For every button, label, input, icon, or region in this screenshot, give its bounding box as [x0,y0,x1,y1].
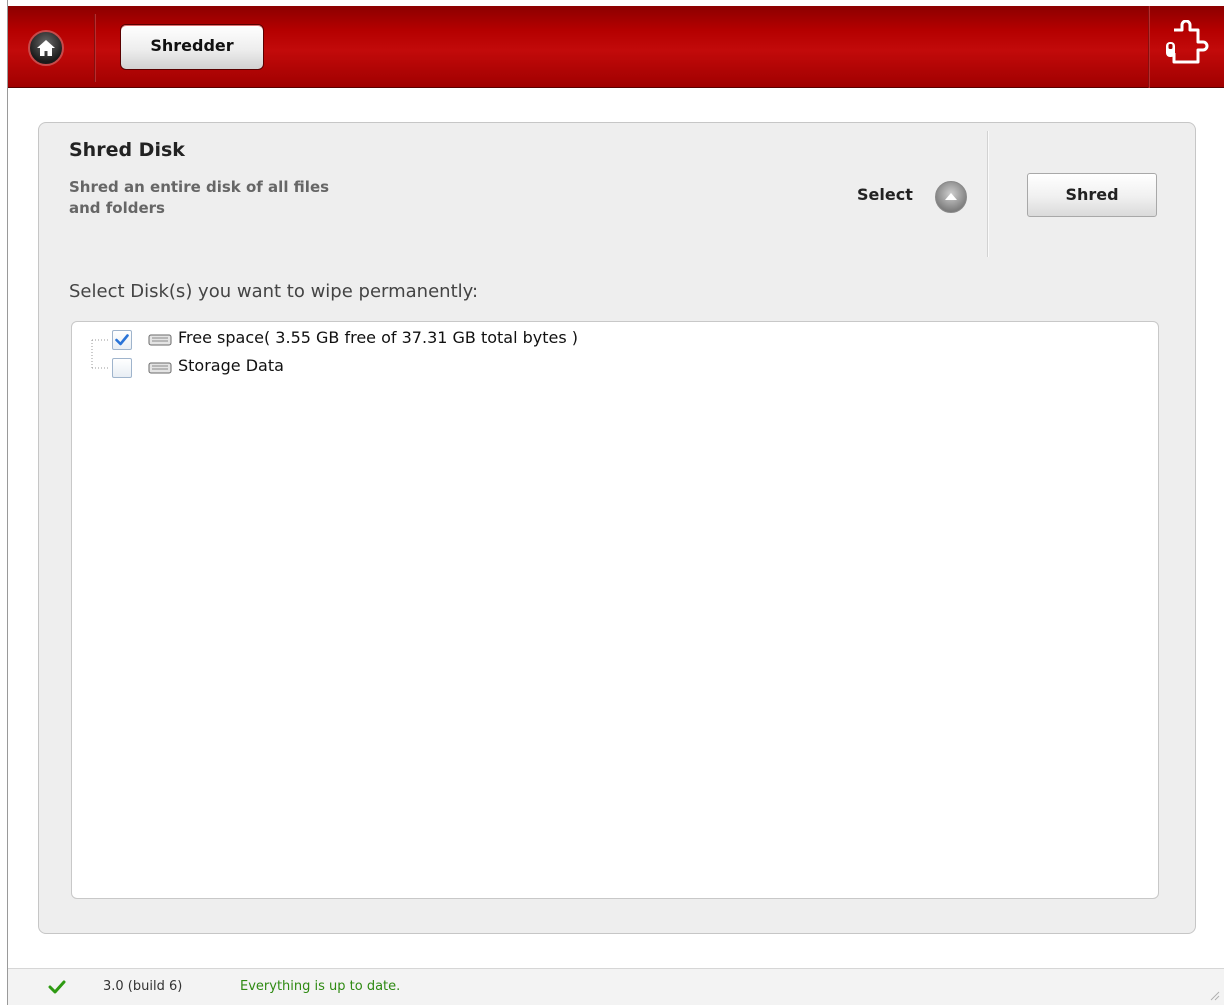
panel-title: Shred Disk [69,139,185,161]
disk-checkbox-free-space[interactable] [112,330,132,350]
top-navigation-bar: Shredder [8,6,1224,88]
drive-icon [148,362,172,374]
checkmark-icon [115,334,129,346]
select-label: Select [857,185,913,204]
resize-grip-icon[interactable] [1208,989,1220,1001]
puzzle-plugin-icon[interactable] [1156,20,1212,72]
home-icon [37,40,55,56]
disk-tree-list[interactable]: Free space( 3.55 GB free of 37.31 GB tot… [71,321,1159,899]
disk-selection-prompt: Select Disk(s) you want to wipe permanen… [69,281,479,302]
toolbar-separator [1148,6,1150,88]
panel-separator [987,131,988,257]
disk-checkbox-storage-data[interactable] [112,358,132,378]
disk-item-label: Storage Data [178,356,284,375]
panel-description: Shred an entire disk of all files and fo… [69,178,330,217]
shred-disk-panel: Shred Disk Shred an entire disk of all f… [38,122,1196,934]
home-button[interactable] [28,30,64,66]
window-left-border [0,0,8,1005]
drive-icon [148,334,172,346]
status-bar: 3.0 (build 6) Everything is up to date. [8,968,1224,1005]
version-text: 3.0 (build 6) [103,979,183,994]
shred-button[interactable]: Shred [1027,173,1157,217]
select-toggle-button[interactable] [935,181,967,213]
update-status-text: Everything is up to date. [240,979,401,994]
disk-item-label: Free space( 3.55 GB free of 37.31 GB tot… [178,328,579,347]
breadcrumb-shredder-button[interactable]: Shredder [120,24,264,70]
toolbar-separator [94,14,96,82]
chevron-up-icon [945,193,957,200]
check-icon [48,980,66,994]
